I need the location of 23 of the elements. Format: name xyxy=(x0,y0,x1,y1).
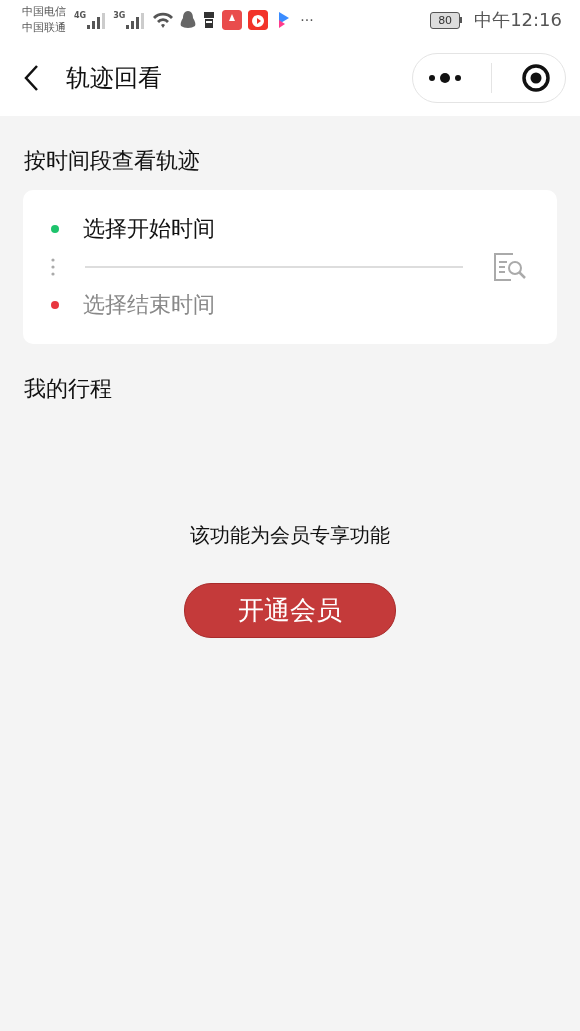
time-picker[interactable]: 选择开始时间 xyxy=(83,214,215,244)
section-heading: 我的行程 xyxy=(24,375,113,403)
section-heading: 按时间段查看轨迹 xyxy=(24,147,201,175)
play-icon xyxy=(248,10,269,30)
signal-icon xyxy=(126,11,147,29)
carrier-name: 中国联通 xyxy=(22,20,66,36)
close-icon[interactable] xyxy=(520,63,551,93)
page-title: 轨迹回看 xyxy=(66,63,163,94)
battery-icon: 80 xyxy=(430,11,463,29)
network-type: 4G xyxy=(74,11,87,20)
more-icon[interactable] xyxy=(427,72,462,84)
dots-icon xyxy=(51,258,55,276)
clock: 中午12:16 xyxy=(474,8,562,32)
time-picker[interactable]: 选择结束时间 xyxy=(83,290,215,320)
carrier-name: 中国电信 xyxy=(22,4,66,20)
signal-icon xyxy=(87,11,108,29)
membership-button[interactable]: 开通会员 xyxy=(184,583,396,638)
more-notifications: ··· xyxy=(300,12,314,28)
network-type: 3G xyxy=(113,11,126,20)
app-icon xyxy=(222,10,243,30)
wifi-icon xyxy=(152,11,175,29)
penguin-icon xyxy=(180,10,197,30)
members-notice: 该功能为会员专享功能 xyxy=(189,522,391,549)
